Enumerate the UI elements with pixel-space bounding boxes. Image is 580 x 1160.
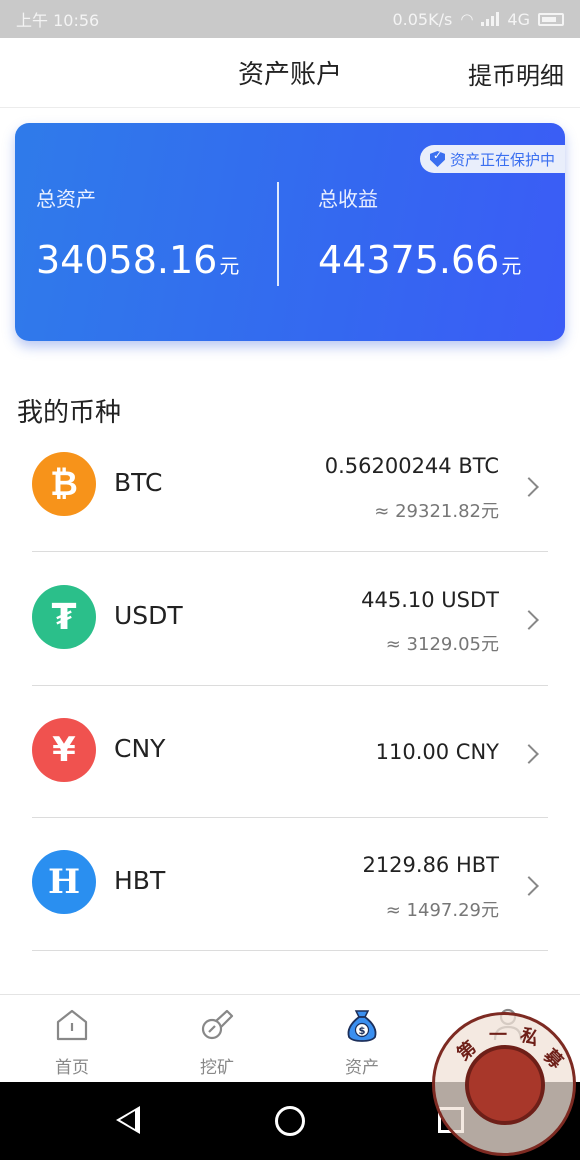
total-assets: 总资产 34058.16 元 <box>36 183 239 282</box>
tab-assets[interactable]: $ 资产 <box>312 995 412 1083</box>
shield-icon <box>429 151 445 167</box>
section-title: 我的币种 <box>17 398 122 428</box>
total-assets-unit: 元 <box>219 254 240 278</box>
total-earnings-value: 44375.66 <box>318 238 500 282</box>
battery-icon <box>538 12 564 26</box>
status-time: 上午 10:56 <box>16 11 100 30</box>
coin-symbol: CNY <box>114 734 166 763</box>
tether-icon: ₮ <box>32 585 96 649</box>
total-assets-label: 总资产 <box>36 187 96 211</box>
watermark-char-4: 募 <box>539 1045 567 1073</box>
yuan-icon: ¥ <box>32 718 96 782</box>
watermark-char-2: 一 <box>489 1025 507 1046</box>
back-icon[interactable] <box>116 1106 140 1134</box>
tab-assets-label: 资产 <box>345 1058 379 1078</box>
total-earnings: 总收益 44375.66 元 <box>318 183 521 282</box>
chevron-right-icon <box>519 610 539 630</box>
tab-mining-label: 挖矿 <box>200 1058 234 1078</box>
coin-row-usdt[interactable]: ₮ USDT 445.10 USDT ≈ 3129.05元 <box>32 552 548 686</box>
tab-mining[interactable]: 挖矿 <box>167 995 267 1083</box>
tab-home-label: 首页 <box>55 1058 89 1078</box>
home-button-icon[interactable] <box>275 1106 305 1136</box>
asset-summary-card: 资产正在保护中 总资产 34058.16元 总收益 44375.66元 <box>15 123 565 341</box>
card-divider <box>277 182 279 286</box>
total-earnings-unit: 元 <box>501 254 522 278</box>
coin-symbol: USDT <box>114 601 183 630</box>
home-icon <box>56 1009 88 1041</box>
protection-badge: 资产正在保护中 <box>419 145 565 173</box>
bitcoin-icon: ₿ <box>32 452 96 516</box>
chevron-right-icon <box>519 744 539 764</box>
chevron-right-icon <box>519 477 539 497</box>
total-assets-amount: 34058.16 元 <box>36 238 239 282</box>
coin-amount: 2129.86 HBT <box>362 853 499 877</box>
coin-row-btc[interactable]: ₿ BTC 0.56200244 BTC ≈ 29321.82元 <box>32 440 548 552</box>
tab-home[interactable]: 首页 <box>22 995 122 1083</box>
total-assets-value: 34058.16 <box>36 238 218 282</box>
app-header: 资产账户 提币明细 <box>0 38 580 108</box>
coin-row-cny[interactable]: ¥ CNY 110.00 CNY <box>32 686 548 818</box>
total-earnings-label: 总收益 <box>318 187 378 211</box>
coin-amount: 445.10 USDT <box>361 588 499 612</box>
protection-badge-text: 资产正在保护中 <box>449 150 555 169</box>
money-bag-icon: $ <box>347 1010 377 1042</box>
coin-cny-value: ≈ 3129.05元 <box>385 634 499 655</box>
coin-amount: 110.00 CNY <box>375 740 499 764</box>
coin-symbol: BTC <box>114 468 163 497</box>
total-earnings-amount: 44375.66 元 <box>318 238 521 282</box>
withdraw-detail-link[interactable]: 提币明细 <box>468 56 564 91</box>
signal-icon <box>481 12 500 26</box>
coin-cny-value: ≈ 29321.82元 <box>374 501 499 522</box>
coin-row-hbt[interactable]: H HBT 2129.86 HBT ≈ 1497.29元 <box>32 818 548 951</box>
page-title: 资产账户 <box>237 60 342 90</box>
coin-symbol: HBT <box>114 866 166 895</box>
watermark-seal: 第 一 私 募 <box>432 1012 576 1156</box>
svg-text:$: $ <box>359 1026 366 1037</box>
network-speed: 0.05K/s <box>392 9 453 29</box>
status-bar: 上午 10:56 0.05K/s ◠ 4G <box>0 0 580 38</box>
network-type: 4G <box>507 9 530 29</box>
watermark-char-3: 私 <box>517 1024 542 1051</box>
status-icons: 0.05K/s ◠ 4G <box>392 10 564 29</box>
chevron-right-icon <box>519 876 539 896</box>
coin-cny-value: ≈ 1497.29元 <box>385 900 499 921</box>
hbt-icon: H <box>32 850 96 914</box>
mining-icon <box>201 1009 234 1040</box>
wifi-icon: ◠ <box>460 10 474 28</box>
coin-amount: 0.56200244 BTC <box>324 454 499 478</box>
